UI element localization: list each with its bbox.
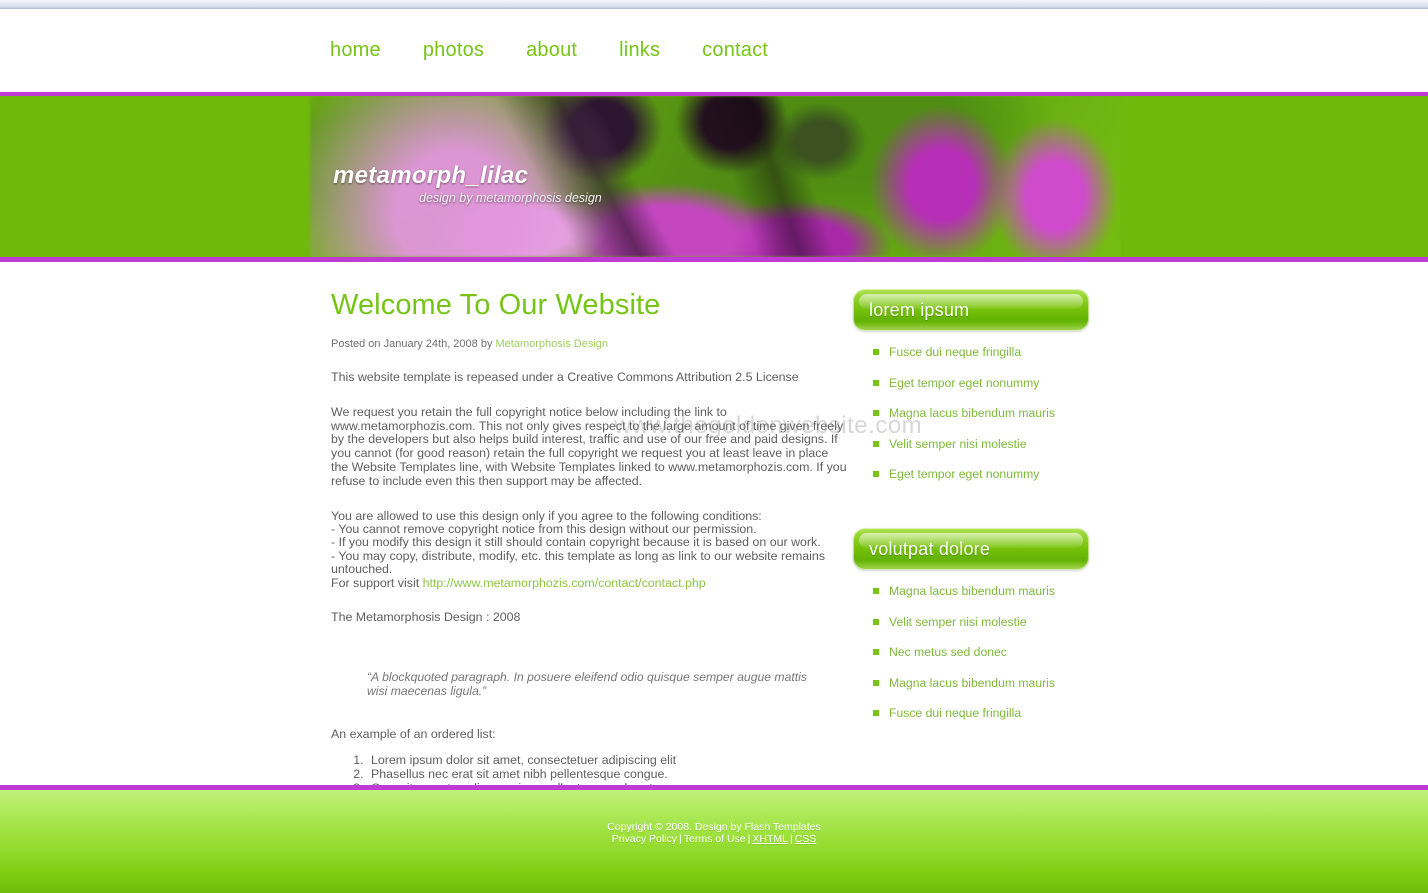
support-prefix: For support visit	[331, 575, 423, 590]
widget-list-item-label: Eget tempor eget nonummy	[889, 467, 1040, 481]
widget-list: Fusce dui neque fringilla Eget tempor eg…	[853, 345, 1093, 481]
widget-list-item[interactable]: Magna lacus bibendum mauris	[873, 406, 1093, 420]
widget-title: volutpat dolore	[869, 538, 991, 559]
site-footer: Copyright © 2008. Design by Flash Templa…	[0, 785, 1428, 893]
paragraph-license: This website template is repeased under …	[331, 370, 799, 384]
square-bullet-icon	[873, 618, 879, 625]
css-link[interactable]: CSS	[795, 833, 817, 845]
nav-item-home-wrapper: home	[330, 39, 423, 62]
list-item: Phasellus nec erat sit amet nibh pellent…	[367, 767, 847, 782]
condition-3: - You may copy, distribute, modify, etc.…	[331, 548, 826, 577]
widget-list-item-label: Nec metus sed donec	[889, 645, 1007, 659]
paragraph-signature: The Metamorphosis Design : 2008	[331, 610, 521, 625]
footer-separator: |	[679, 832, 682, 845]
widget-list-item[interactable]: Eget tempor eget nonummy	[873, 376, 1093, 390]
widget-list-item[interactable]: Velit semper nisi molestie	[873, 615, 1093, 629]
square-bullet-icon	[873, 349, 879, 355]
privacy-policy-link[interactable]: Privacy Policy	[612, 833, 677, 845]
ordered-list-intro: An example of an ordered list:	[331, 726, 496, 741]
nav-item-about-wrapper: about	[526, 39, 619, 62]
nav-item-links-wrapper: links	[619, 39, 702, 62]
nav-item-home[interactable]: home	[330, 39, 381, 61]
widget-list-item-label: Magna lacus bibendum mauris	[889, 584, 1055, 598]
sidebar-widget-volutpat-dolore: volutpat dolore Magna lacus bibendum mau…	[853, 528, 1093, 720]
square-bullet-icon	[873, 471, 879, 477]
site-tagline: design by metamorphosis design	[419, 191, 602, 205]
widget-list-item-label: Velit semper nisi molestie	[889, 436, 1027, 451]
footer-links: Privacy Policy | Terms of Use | XHTML | CSS	[0, 832, 1428, 846]
widget-list: Magna lacus bibendum mauris Velit semper…	[853, 584, 1093, 720]
site-banner: metamorph_lilac design by metamorphosis …	[0, 92, 1428, 262]
widget-header: volutpat dolore	[853, 528, 1089, 570]
square-bullet-icon	[873, 679, 879, 686]
post-meta-prefix: Posted on January 24th, 2008 by	[331, 338, 496, 350]
widget-list-item[interactable]: Magna lacus bibendum mauris	[873, 584, 1093, 598]
square-bullet-icon	[873, 440, 879, 447]
condition-1: - You cannot remove copyright notice fro…	[331, 521, 757, 536]
widget-list-item[interactable]: Fusce dui neque fringilla	[873, 706, 1093, 720]
sidebar: lorem ipsum Fusce dui neque fringilla Eg…	[853, 289, 1093, 737]
widget-list-item-label: Magna lacus bibendum mauris	[889, 406, 1055, 420]
terms-of-use-link[interactable]: Terms of Use	[684, 833, 746, 845]
paragraph-conditions: You are allowed to use this design only …	[331, 508, 847, 590]
banner-title-block: metamorph_lilac design by metamorphosis …	[333, 162, 602, 205]
support-contact-link[interactable]: http://www.metamorphozis.com/contact/con…	[423, 576, 706, 590]
nav-item-photos-wrapper: photos	[423, 39, 526, 62]
widget-header: lorem ipsum	[853, 289, 1089, 331]
square-bullet-icon	[873, 588, 879, 594]
list-item: Lorem ipsum dolor sit amet, consectetuer…	[367, 753, 847, 768]
sidebar-widget-lorem-ipsum: lorem ipsum Fusce dui neque fringilla Eg…	[853, 289, 1093, 481]
content-wrapper: Welcome To Our Website Posted on January…	[331, 262, 1101, 796]
widget-list-item-label: Velit semper nisi molestie	[889, 614, 1027, 629]
widget-list-item[interactable]: Velit semper nisi molestie	[873, 437, 1093, 451]
xhtml-link[interactable]: XHTML	[752, 833, 788, 845]
square-bullet-icon	[873, 379, 879, 386]
site-title: metamorph_lilac	[333, 162, 529, 189]
page-body: Welcome To Our Website Posted on January…	[0, 262, 1428, 795]
browser-top-strip	[0, 0, 1428, 9]
widget-list-item-label: Eget tempor eget nonummy	[889, 375, 1040, 390]
widget-list-item[interactable]: Fusce dui neque fringilla	[873, 345, 1093, 359]
square-bullet-icon	[873, 649, 879, 655]
nav-item-links[interactable]: links	[619, 39, 660, 61]
widget-list-item-label: Magna lacus bibendum mauris	[889, 675, 1055, 690]
page-title: Welcome To Our Website	[331, 289, 661, 321]
nav-item-contact[interactable]: contact	[702, 39, 768, 61]
footer-separator: |	[789, 832, 793, 845]
square-bullet-icon	[873, 410, 879, 416]
paragraph-copyright-notice: We request you retain the full copyright…	[331, 404, 847, 488]
condition-2: - If you modify this design it still sho…	[331, 535, 821, 550]
conditions-intro: You are allowed to use this design only …	[331, 508, 762, 523]
widget-title: lorem ipsum	[869, 299, 970, 320]
widget-list-item[interactable]: Magna lacus bibendum mauris	[873, 676, 1093, 690]
widget-list-item-label: Fusce dui neque fringilla	[889, 345, 1022, 359]
widget-list-item[interactable]: Eget tempor eget nonummy	[873, 467, 1093, 481]
square-bullet-icon	[873, 710, 879, 716]
nav-item-photos[interactable]: photos	[423, 39, 484, 61]
widget-list-item-label: Fusce dui neque fringilla	[889, 706, 1022, 720]
nav-item-about[interactable]: about	[526, 39, 577, 61]
post-meta: Posted on January 24th, 2008 by Metamorp…	[331, 338, 847, 350]
post-author-link[interactable]: Metamorphosis Design	[496, 338, 609, 350]
main-content-column: Welcome To Our Website Posted on January…	[331, 289, 847, 796]
nav-item-contact-wrapper: contact	[702, 39, 810, 62]
blockquote: “A blockquoted paragraph. In posuere ele…	[367, 669, 807, 698]
main-navigation: home photos about links contact	[0, 9, 1428, 92]
nav-list: home photos about links contact	[0, 39, 810, 62]
footer-inner: Copyright © 2008. Design by Flash Templa…	[0, 790, 1428, 845]
widget-list-item[interactable]: Nec metus sed donec	[873, 645, 1093, 659]
